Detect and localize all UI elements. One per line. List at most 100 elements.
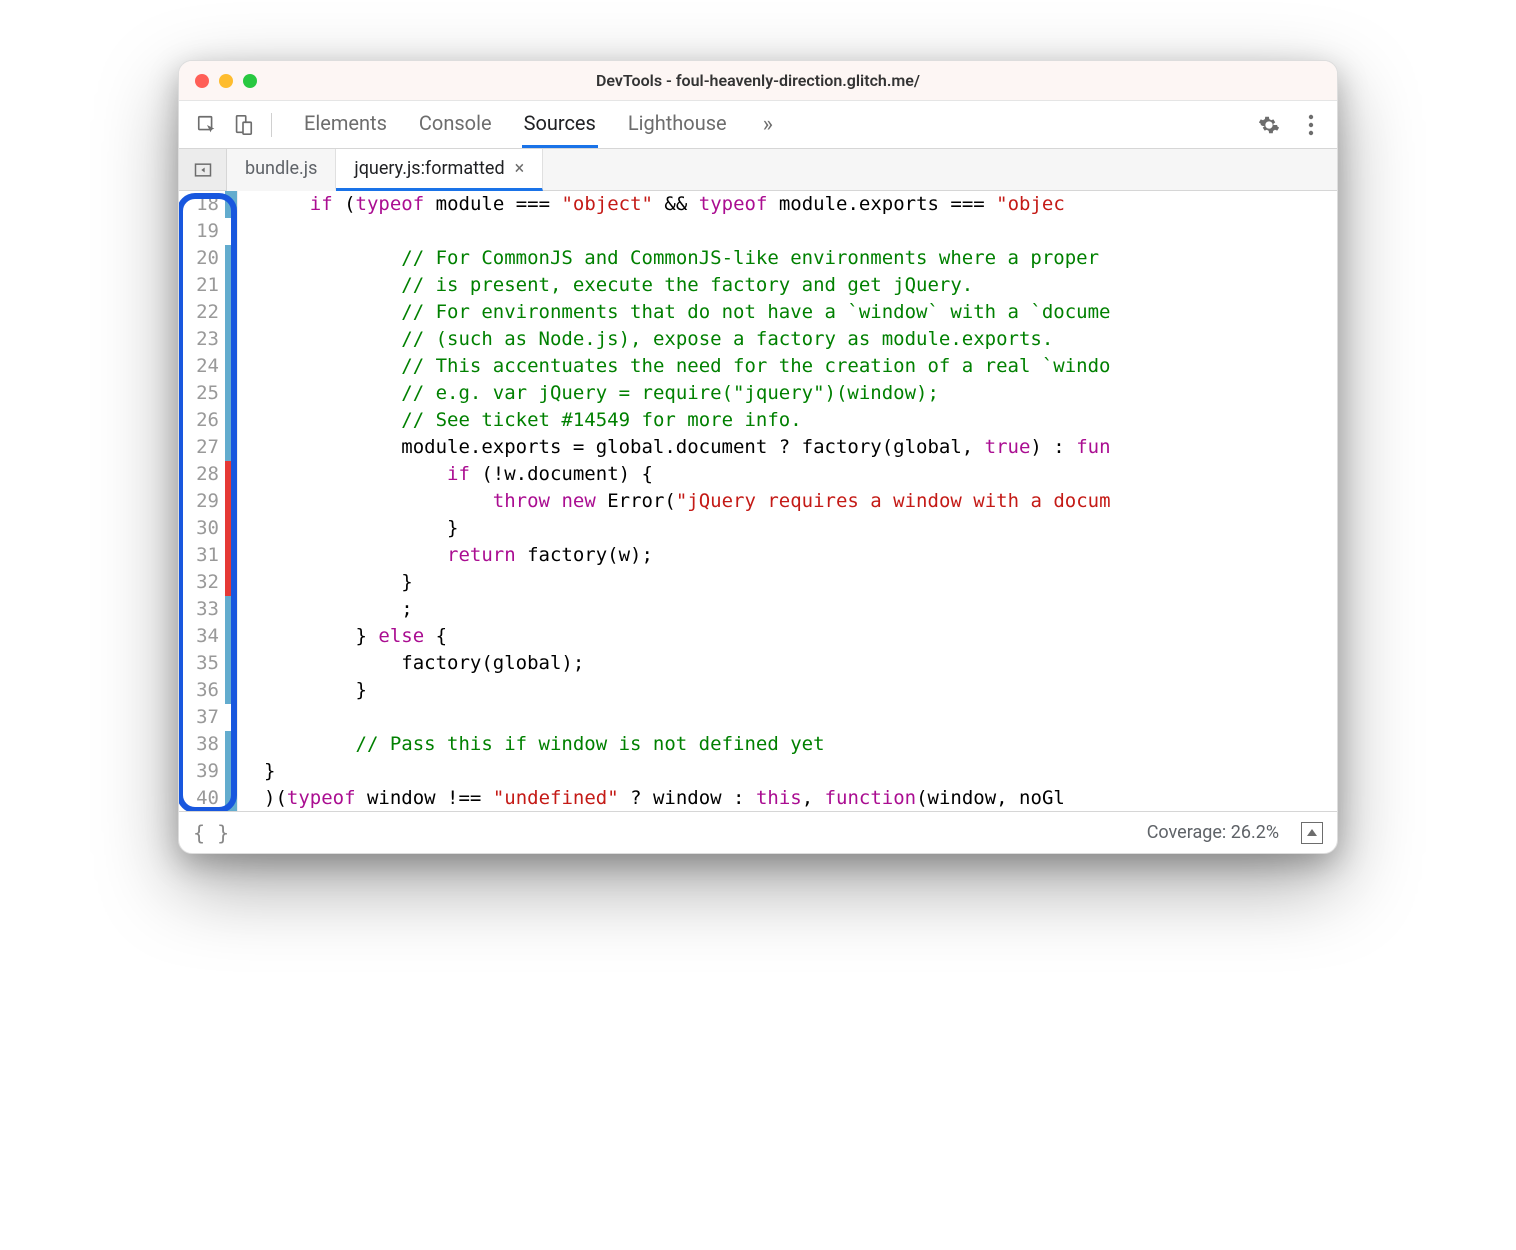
statusbar: { } Coverage: 26.2% — [179, 811, 1337, 853]
coverage-marker — [225, 569, 237, 596]
coverage-marker — [225, 326, 237, 353]
close-tab-icon[interactable]: × — [515, 158, 525, 179]
gutter-row[interactable]: 28 — [179, 461, 237, 488]
gutter-row[interactable]: 21 — [179, 272, 237, 299]
code-line[interactable]: // This accentuates the need for the cre… — [264, 353, 1337, 380]
code-line[interactable]: // is present, execute the factory and g… — [264, 272, 1337, 299]
gutter-row[interactable]: 30 — [179, 515, 237, 542]
gutter-row[interactable]: 35 — [179, 650, 237, 677]
code-line[interactable]: // See ticket #14549 for more info. — [264, 407, 1337, 434]
line-number: 40 — [179, 785, 225, 811]
file-tab-bundle-js[interactable]: bundle.js — [227, 149, 336, 191]
code-line[interactable]: // (such as Node.js), expose a factory a… — [264, 326, 1337, 353]
coverage-marker — [225, 596, 237, 623]
code-line[interactable]: ; — [264, 596, 1337, 623]
coverage-marker — [225, 623, 237, 650]
gutter-row[interactable]: 22 — [179, 299, 237, 326]
more-tabs-button[interactable]: » — [757, 106, 779, 143]
line-number: 38 — [179, 731, 225, 758]
code-line[interactable]: } — [264, 515, 1337, 542]
gutter-row[interactable]: 26 — [179, 407, 237, 434]
gutter-row[interactable]: 25 — [179, 380, 237, 407]
code-line[interactable]: } — [264, 758, 1337, 785]
kebab-menu-icon[interactable] — [1299, 113, 1323, 137]
code-line[interactable]: } else { — [264, 623, 1337, 650]
pretty-print-icon[interactable]: { } — [193, 821, 229, 845]
code-line[interactable]: factory(global); — [264, 650, 1337, 677]
panel-tabs: Elements Console Sources Lighthouse » — [302, 101, 1249, 148]
line-number: 20 — [179, 245, 225, 272]
gutter-row[interactable]: 36 — [179, 677, 237, 704]
code-line[interactable] — [264, 704, 1337, 731]
gutter-row[interactable]: 33 — [179, 596, 237, 623]
code-line[interactable]: module.exports = global.document ? facto… — [264, 434, 1337, 461]
coverage-marker — [225, 704, 237, 731]
coverage-marker — [225, 434, 237, 461]
coverage-status: Coverage: 26.2% — [1147, 822, 1279, 843]
coverage-marker — [225, 650, 237, 677]
devtools-window: DevTools - foul-heavenly-direction.glitc… — [178, 60, 1338, 854]
gutter-row[interactable]: 23 — [179, 326, 237, 353]
file-tab-label: jquery.js:formatted — [354, 158, 504, 179]
maximize-window-button[interactable] — [243, 74, 257, 88]
gutter-row[interactable]: 37 — [179, 704, 237, 731]
navigator-toggle-icon[interactable] — [179, 149, 227, 190]
coverage-marker — [225, 785, 237, 811]
device-toolbar-icon[interactable] — [229, 111, 257, 139]
gutter-row[interactable]: 18 — [179, 191, 237, 218]
line-number: 33 — [179, 596, 225, 623]
code-line[interactable]: throw new Error("jQuery requires a windo… — [264, 488, 1337, 515]
coverage-marker — [225, 542, 237, 569]
gutter-row[interactable]: 19 — [179, 218, 237, 245]
code-line[interactable]: // For CommonJS and CommonJS-like enviro… — [264, 245, 1337, 272]
code-line[interactable] — [264, 218, 1337, 245]
tab-sources[interactable]: Sources — [522, 101, 598, 148]
gutter-row[interactable]: 34 — [179, 623, 237, 650]
gutter-row[interactable]: 20 — [179, 245, 237, 272]
source-editor[interactable]: 1819202122232425262728293031323334353637… — [179, 191, 1337, 811]
code-line[interactable]: // For environments that do not have a `… — [264, 299, 1337, 326]
line-number: 34 — [179, 623, 225, 650]
file-tabs: bundle.js jquery.js:formatted × — [179, 149, 1337, 191]
coverage-marker — [225, 407, 237, 434]
code-line[interactable]: )(typeof window !== "undefined" ? window… — [264, 785, 1337, 811]
gutter-row[interactable]: 40 — [179, 785, 237, 811]
window-title: DevTools - foul-heavenly-direction.glitc… — [179, 71, 1337, 90]
gutter-row[interactable]: 24 — [179, 353, 237, 380]
gutter-row[interactable]: 38 — [179, 731, 237, 758]
tab-lighthouse[interactable]: Lighthouse — [626, 101, 729, 148]
settings-icon[interactable] — [1257, 113, 1281, 137]
coverage-marker — [225, 515, 237, 542]
line-number: 28 — [179, 461, 225, 488]
coverage-marker — [225, 461, 237, 488]
line-number: 18 — [179, 191, 225, 218]
gutter-row[interactable]: 32 — [179, 569, 237, 596]
gutter-row[interactable]: 29 — [179, 488, 237, 515]
line-number: 37 — [179, 704, 225, 731]
line-number: 39 — [179, 758, 225, 785]
minimize-window-button[interactable] — [219, 74, 233, 88]
code-line[interactable]: if (!w.document) { — [264, 461, 1337, 488]
code-line[interactable]: return factory(w); — [264, 542, 1337, 569]
close-window-button[interactable] — [195, 74, 209, 88]
gutter-row[interactable]: 27 — [179, 434, 237, 461]
gutter-row[interactable]: 39 — [179, 758, 237, 785]
tab-console[interactable]: Console — [417, 101, 494, 148]
code-line[interactable]: if (typeof module === "object" && typeof… — [264, 191, 1337, 218]
code-area[interactable]: if (typeof module === "object" && typeof… — [238, 191, 1337, 811]
gutter-row[interactable]: 31 — [179, 542, 237, 569]
drawer-toggle-icon[interactable] — [1301, 822, 1323, 844]
line-number: 21 — [179, 272, 225, 299]
code-line[interactable]: } — [264, 677, 1337, 704]
coverage-marker — [225, 299, 237, 326]
file-tab-jquery-formatted[interactable]: jquery.js:formatted × — [336, 149, 543, 191]
tab-elements[interactable]: Elements — [302, 101, 389, 148]
code-line[interactable]: // e.g. var jQuery = require("jquery")(w… — [264, 380, 1337, 407]
line-number: 29 — [179, 488, 225, 515]
code-line[interactable]: } — [264, 569, 1337, 596]
line-number: 32 — [179, 569, 225, 596]
code-line[interactable]: // Pass this if window is not defined ye… — [264, 731, 1337, 758]
line-number: 19 — [179, 218, 225, 245]
line-number: 31 — [179, 542, 225, 569]
inspect-element-icon[interactable] — [193, 111, 221, 139]
